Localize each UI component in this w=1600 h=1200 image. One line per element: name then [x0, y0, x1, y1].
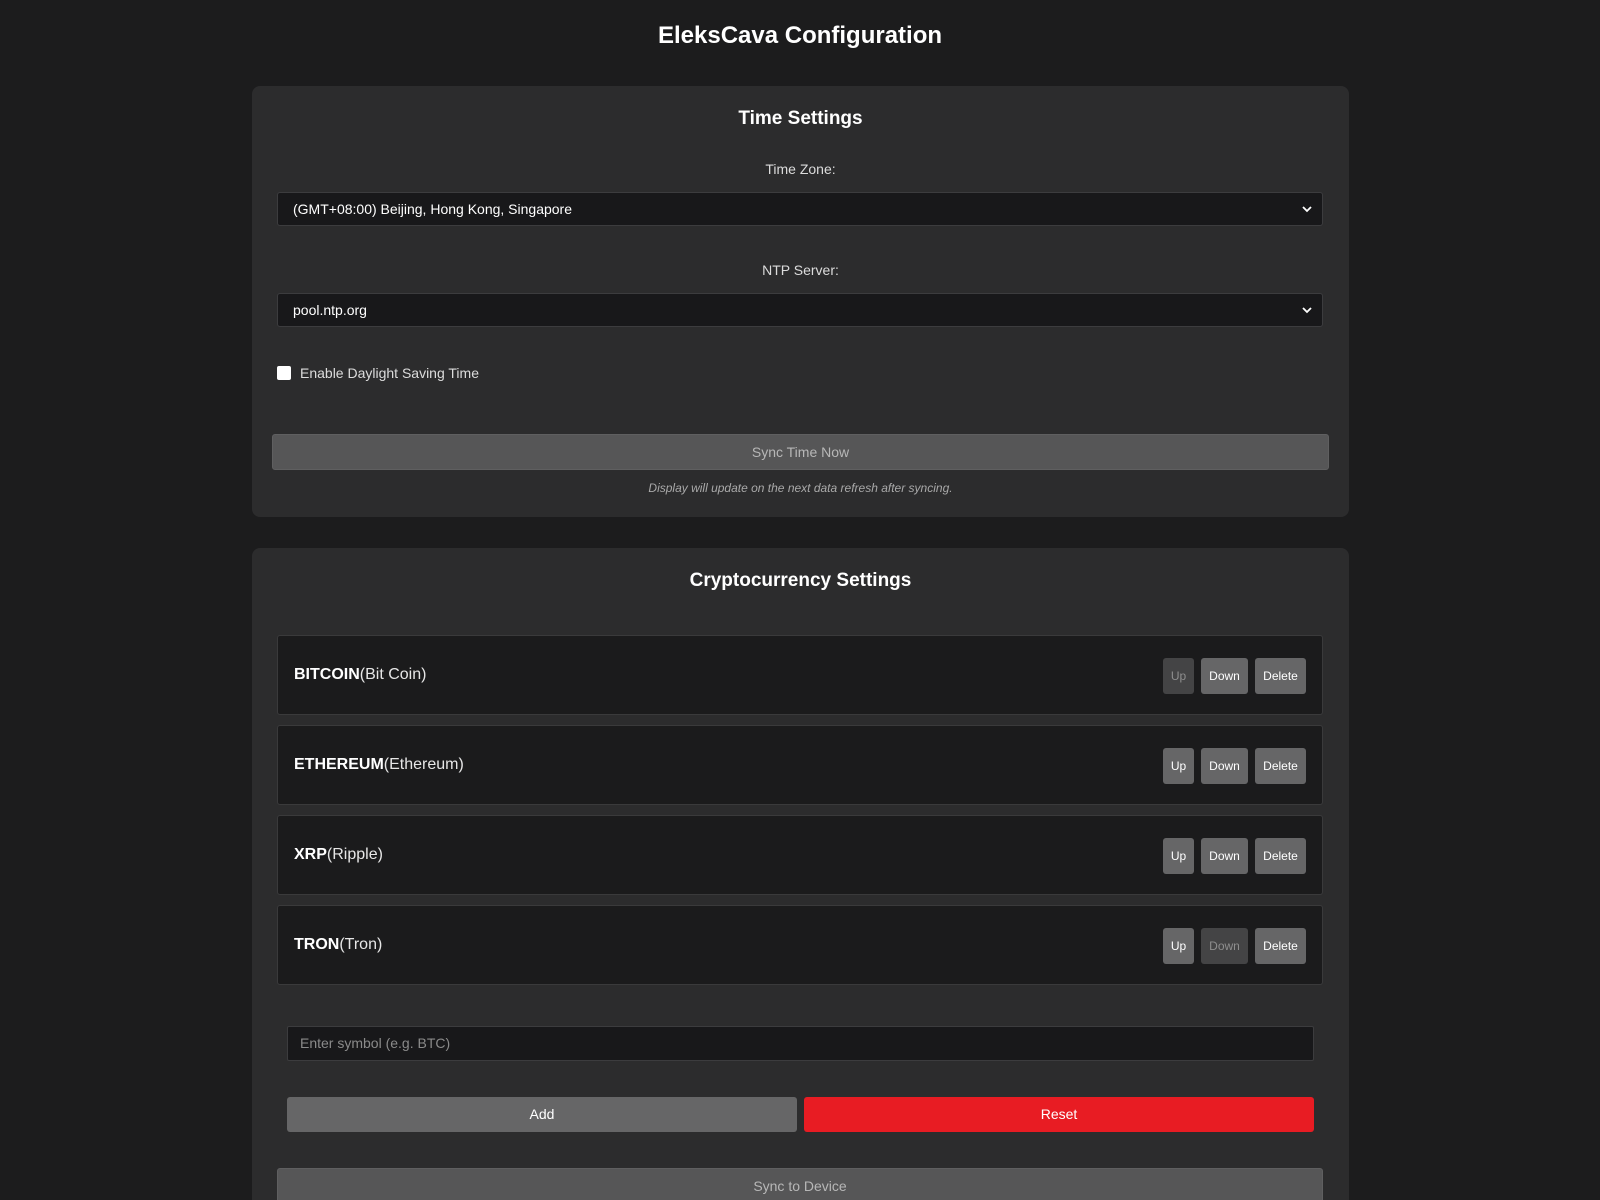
dst-checkbox[interactable]	[277, 366, 291, 380]
delete-button[interactable]: Delete	[1255, 928, 1306, 964]
coin-full-name: (Ripple)	[326, 846, 383, 863]
delete-button[interactable]: Delete	[1255, 838, 1306, 874]
coin-symbol: ETHEREUM	[294, 756, 384, 773]
coin-row-actions: Up Down Delete	[1163, 928, 1306, 964]
coin-row-ethereum: ETHEREUM(Ethereum) Up Down Delete	[277, 725, 1323, 805]
ntp-server-select[interactable]: pool.ntp.org	[277, 293, 1323, 327]
coin-row-xrp: XRP(Ripple) Up Down Delete	[277, 815, 1323, 895]
symbol-input[interactable]: Enter symbol (e.g. BTC)	[287, 1026, 1314, 1061]
chevron-down-icon	[1302, 193, 1312, 225]
coin-name: TRON(Tron)	[294, 906, 382, 984]
move-down-button[interactable]: Down	[1201, 748, 1248, 784]
coin-name: BITCOIN(Bit Coin)	[294, 636, 426, 714]
page-title: EleksCava Configuration	[657, 22, 943, 49]
coin-row-actions: Up Down Delete	[1163, 838, 1306, 874]
time-settings-card: Time Settings Time Zone: (GMT+08:00) Bei…	[252, 86, 1349, 517]
coin-full-name: (Ethereum)	[383, 756, 464, 773]
ntp-server-label: NTP Server:	[762, 262, 839, 278]
coin-symbol: XRP	[294, 846, 327, 863]
coin-row-actions: Up Down Delete	[1163, 658, 1306, 694]
coin-symbol: BITCOIN	[294, 666, 360, 683]
dst-option: Enable Daylight Saving Time	[277, 364, 479, 382]
sync-note: Display will update on the next data ref…	[648, 481, 953, 495]
timezone-label: Time Zone:	[765, 161, 836, 177]
ntp-server-select-value: pool.ntp.org	[293, 302, 367, 318]
coin-full-name: (Tron)	[339, 936, 383, 953]
crypto-settings-title: Cryptocurrency Settings	[689, 570, 912, 591]
reset-button[interactable]: Reset	[804, 1097, 1314, 1132]
timezone-select-value: (GMT+08:00) Beijing, Hong Kong, Singapor…	[293, 201, 572, 217]
move-up-button[interactable]: Up	[1163, 928, 1194, 964]
coin-symbol: TRON	[294, 936, 340, 953]
timezone-select[interactable]: (GMT+08:00) Beijing, Hong Kong, Singapor…	[277, 192, 1323, 226]
move-up-button[interactable]: Up	[1163, 838, 1194, 874]
coin-name: XRP(Ripple)	[294, 816, 383, 894]
coin-row-bitcoin: BITCOIN(Bit Coin) Up Down Delete	[277, 635, 1323, 715]
add-button[interactable]: Add	[287, 1097, 797, 1132]
delete-button[interactable]: Delete	[1255, 658, 1306, 694]
sync-to-device-button[interactable]: Sync to Device	[277, 1168, 1323, 1200]
crypto-settings-card: Cryptocurrency Settings BITCOIN(Bit Coin…	[252, 548, 1349, 1200]
delete-button[interactable]: Delete	[1255, 748, 1306, 784]
move-down-button[interactable]: Down	[1201, 838, 1248, 874]
move-down-button[interactable]: Down	[1201, 928, 1248, 964]
sync-time-button[interactable]: Sync Time Now	[272, 434, 1329, 470]
move-up-button[interactable]: Up	[1163, 748, 1194, 784]
coin-row-tron: TRON(Tron) Up Down Delete	[277, 905, 1323, 985]
coin-full-name: (Bit Coin)	[359, 666, 427, 683]
coin-row-actions: Up Down Delete	[1163, 748, 1306, 784]
time-settings-title: Time Settings	[738, 108, 863, 129]
move-down-button[interactable]: Down	[1201, 658, 1248, 694]
coin-name: ETHEREUM(Ethereum)	[294, 726, 464, 804]
dst-checkbox-label: Enable Daylight Saving Time	[300, 365, 479, 381]
move-up-button[interactable]: Up	[1163, 658, 1194, 694]
config-page: EleksCava Configuration Time Settings Ti…	[0, 0, 1600, 1200]
chevron-down-icon	[1302, 294, 1312, 326]
